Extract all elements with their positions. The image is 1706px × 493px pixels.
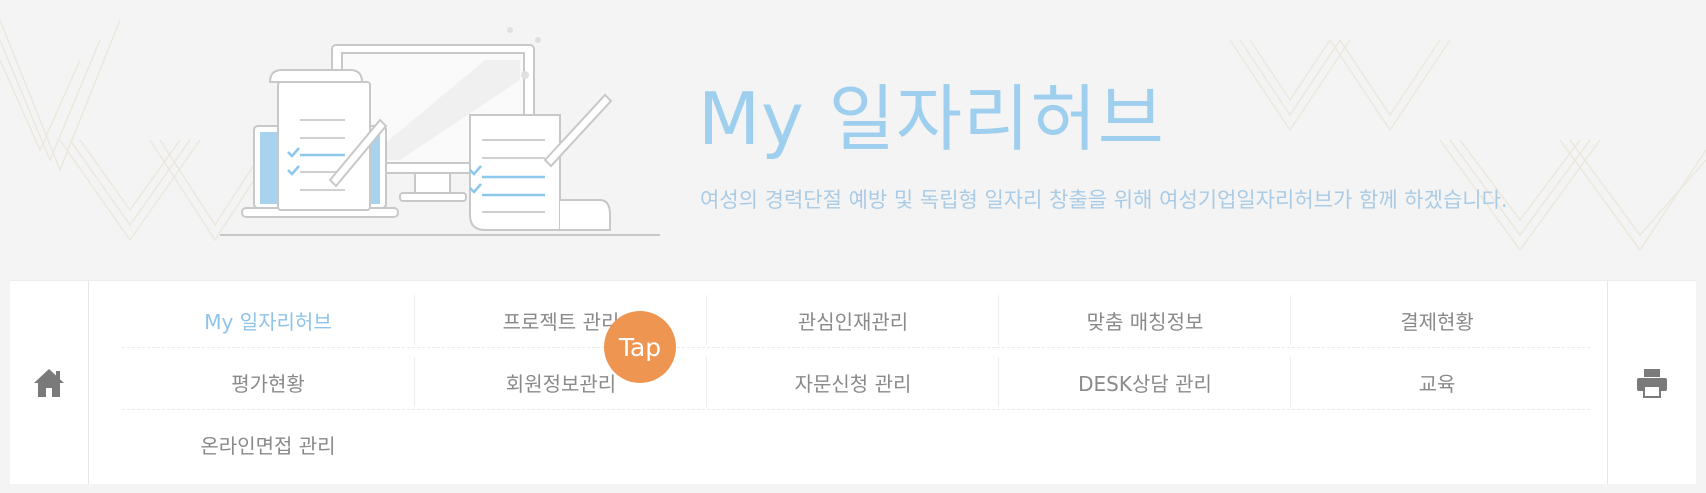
menu-row-1: My 일자리허브 프로젝트 관리 관심인재관리 맞춤 매칭정보 결제현황 <box>122 295 1590 348</box>
home-icon <box>34 368 64 397</box>
menu-item-online-interview[interactable]: 온라인면접 관리 <box>122 419 414 469</box>
page-title: My 일자리허브 <box>698 77 1165 161</box>
menu-item-consulting-request[interactable]: 자문신청 관리 <box>706 357 999 407</box>
home-button[interactable] <box>10 281 89 484</box>
tap-indicator: Tap <box>604 311 676 383</box>
menu-item-education[interactable]: 교육 <box>1290 357 1583 407</box>
hero-banner: My 일자리허브 여성의 경력단절 예방 및 독립형 일자리 창출을 위해 여성… <box>0 0 1706 280</box>
print-button[interactable] <box>1607 281 1696 484</box>
page-subtitle: 여성의 경력단절 예방 및 독립형 일자리 창출을 위해 여성기업일자리허브가 … <box>700 188 1508 212</box>
menu-item-talent-interest[interactable]: 관심인재관리 <box>706 295 999 345</box>
menu-item-my-jobhub[interactable]: My 일자리허브 <box>122 295 414 345</box>
menu-item-payment-status[interactable]: 결제현황 <box>1290 295 1583 345</box>
menu-item-matching-info[interactable]: 맞춤 매칭정보 <box>998 295 1291 345</box>
sub-navigation-menu: My 일자리허브 프로젝트 관리 관심인재관리 맞춤 매칭정보 결제현황 평가현… <box>10 280 1696 484</box>
menu-row-2: 평가현황 회원정보관리 자문신청 관리 DESK상담 관리 교육 <box>122 357 1590 410</box>
printer-icon <box>1637 368 1667 398</box>
menu-row-3: 온라인면접 관리 <box>122 419 1590 471</box>
menu-item-desk-consultation[interactable]: DESK상담 관리 <box>998 357 1291 407</box>
office-illustration <box>220 27 660 236</box>
menu-item-evaluation-status[interactable]: 평가현황 <box>122 357 414 407</box>
